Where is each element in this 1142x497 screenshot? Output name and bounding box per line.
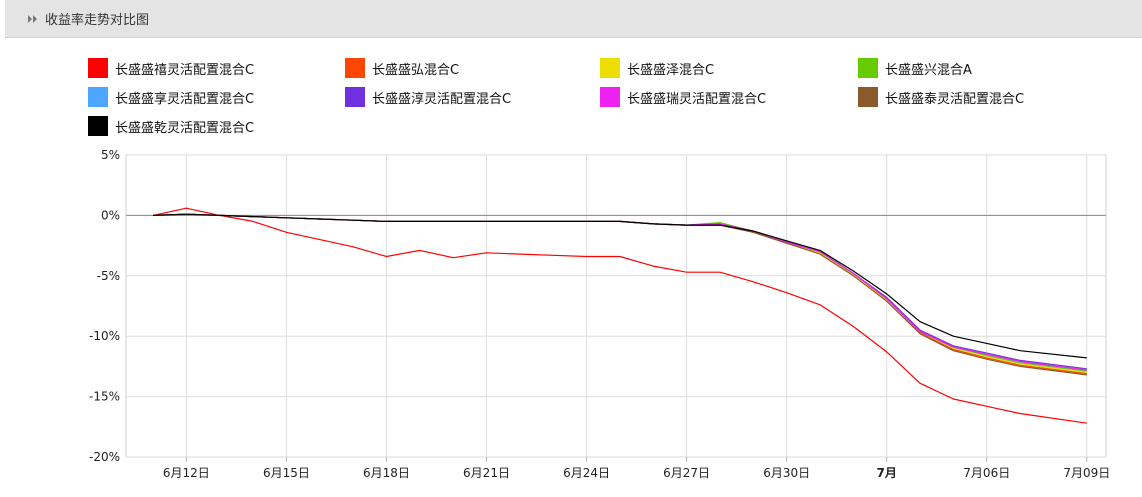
x-tick-label: 6月24日 [563, 466, 610, 480]
x-tick-label: 6月30日 [763, 466, 810, 480]
x-tick-label: 7月06日 [963, 466, 1010, 480]
x-tick-label: 6月15日 [263, 466, 310, 480]
series-line-8 [152, 213, 1087, 376]
plot-area-border [125, 154, 1107, 458]
y-tick-label: 0% [101, 208, 120, 222]
y-tick-label: 5% [101, 148, 120, 162]
y-tick-label: -20% [89, 450, 120, 464]
y-tick-label: -15% [89, 390, 120, 404]
y-tick-label: -5% [97, 269, 120, 283]
x-tick-label: 7月09日 [1063, 466, 1110, 480]
x-tick-label: 6月18日 [363, 466, 410, 480]
x-tick-label: 6月27日 [663, 466, 710, 480]
series-line-2 [152, 213, 1087, 375]
x-tick-label: 7月 [877, 466, 897, 480]
x-tick-label: 6月12日 [163, 466, 210, 480]
y-tick-label: -10% [89, 329, 120, 343]
series-line-1 [152, 207, 1087, 424]
series-line-3 [152, 213, 1087, 373]
line-chart: 5% 0% -5% -10% -15% -20% 6月12日 6月15日 6月18日 6月21日 6… [89, 148, 1110, 480]
x-tick-label: 6月21日 [463, 466, 510, 480]
